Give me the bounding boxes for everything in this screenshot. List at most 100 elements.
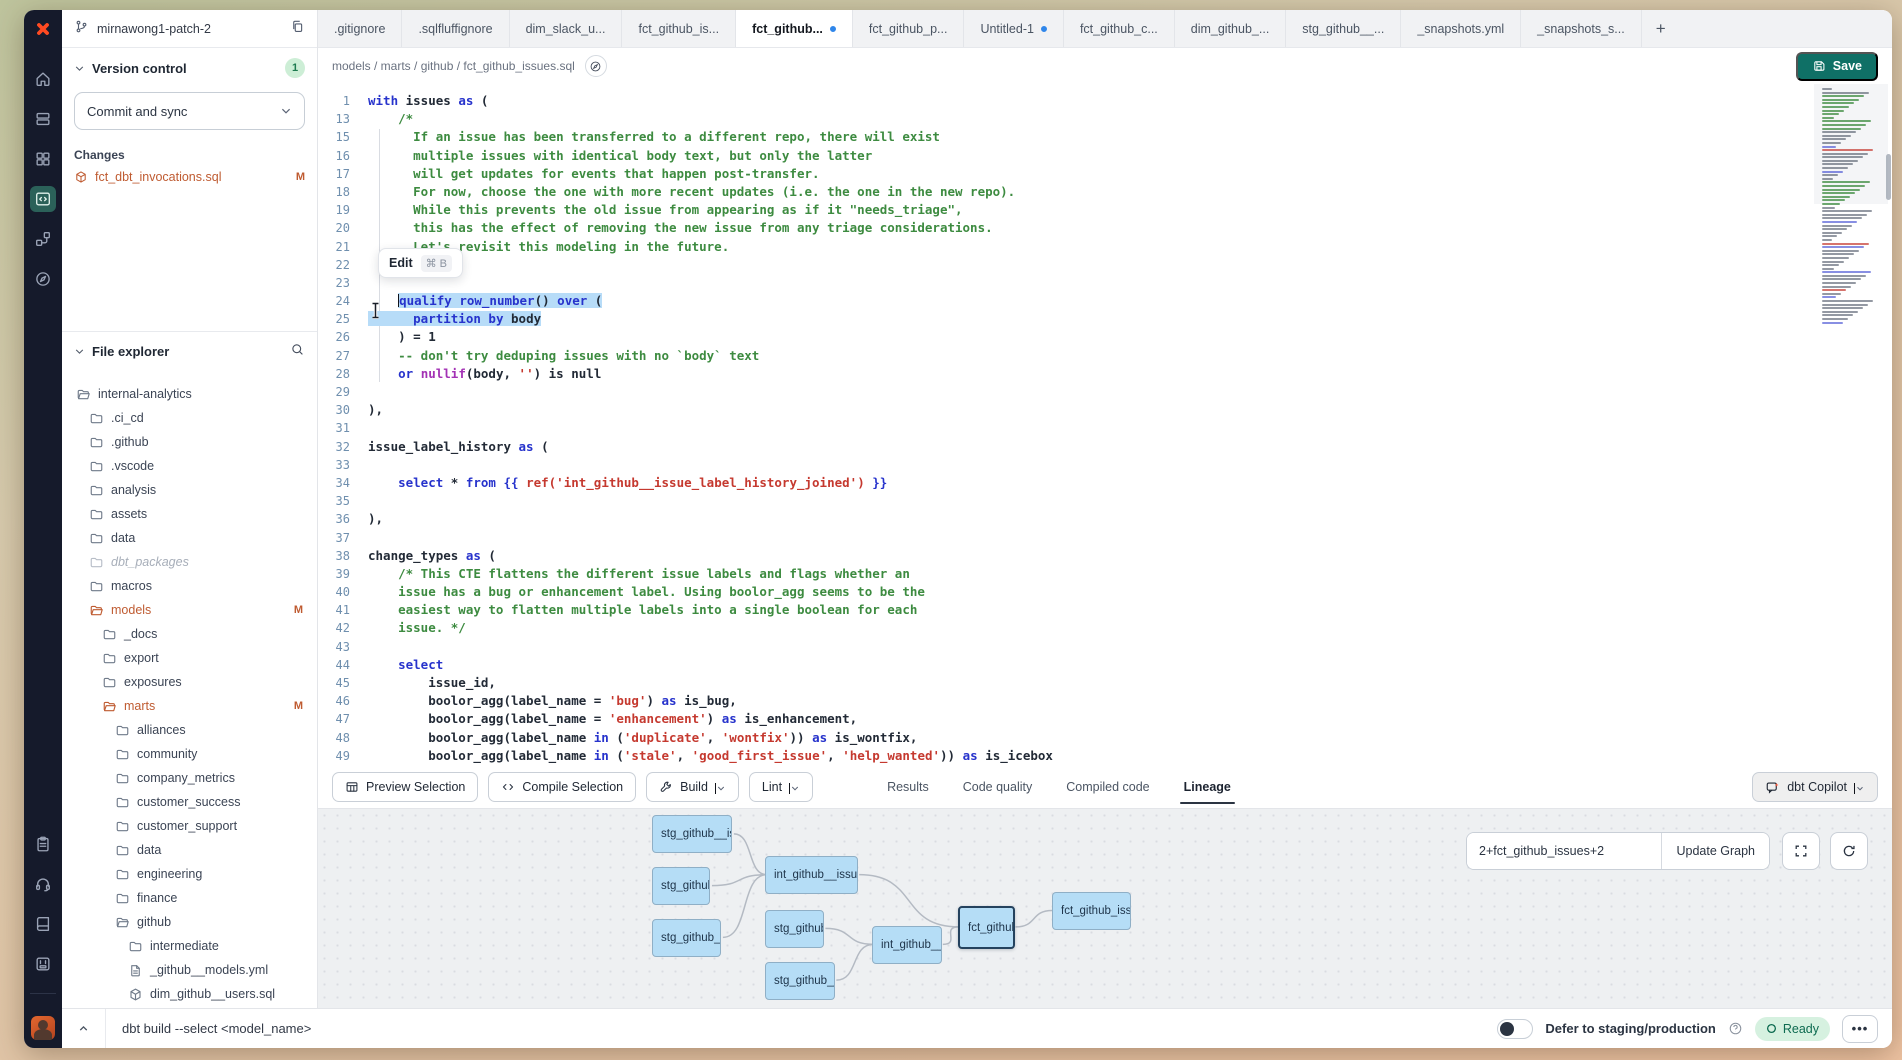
tree-item-internal-analytics[interactable]: internal-analytics [74,382,305,406]
commit-and-sync-dropdown[interactable]: Commit and sync [74,92,305,130]
tree-item-dbt_packages[interactable]: dbt_packages [74,550,305,574]
tree-item-models[interactable]: modelsM [74,598,305,622]
code-line-30[interactable]: 30), [318,401,1892,419]
code-line-29[interactable]: 29 [318,383,1892,401]
tree-item-data[interactable]: data [74,838,305,862]
lineage-node-stg_github_[interactable]: stg_github_... [652,867,710,905]
code-line-42[interactable]: 42 issue. */ [318,619,1892,637]
home-icon[interactable] [30,66,56,92]
tab-lineage[interactable]: Lineage [1184,766,1231,808]
dbt-command-input[interactable] [106,1021,1497,1036]
tree-item-customer_support[interactable]: customer_support [74,814,305,838]
lineage-node-stg_github__re[interactable]: stg_github__re... [765,962,835,1000]
editor-scrollbar-thumb[interactable] [1886,154,1891,200]
code-line-34[interactable]: 34 select * from {{ ref('int_github__iss… [318,474,1892,492]
lint-button[interactable]: Lint [749,772,813,802]
edit-tooltip[interactable]: Edit ⌘ B [378,248,463,278]
code-line-49[interactable]: 49 boolor_agg(label_name in ('stale', 'g… [318,747,1892,765]
tree-item-assets[interactable]: assets [74,502,305,526]
copy-icon[interactable] [290,19,305,39]
compass-icon[interactable] [30,266,56,292]
new-tab-button[interactable]: + [1642,10,1680,47]
tab-stg_github__...[interactable]: stg_github__... [1286,10,1401,47]
tab-_snapshots_s...[interactable]: _snapshots_s... [1521,10,1642,47]
tree-item-_github__models.yml[interactable]: _github__models.yml [74,958,305,982]
lineage-node-stg_github__iss[interactable]: stg_github__iss... [652,919,721,957]
code-line-32[interactable]: 32issue_label_history as ( [318,438,1892,456]
archive-icon[interactable] [30,106,56,132]
tab-dim_slack_u...[interactable]: dim_slack_u... [510,10,623,47]
code-line-37[interactable]: 37 [318,529,1892,547]
flow-icon[interactable] [30,226,56,252]
branch-row[interactable]: mirnawong1-patch-2 [62,10,317,48]
code-line-26[interactable]: 26 ) = 1 [318,328,1892,346]
code-editor[interactable]: 1with issues as (13 /*15 If an issue has… [318,84,1892,766]
tab-_snapshots.yml[interactable]: _snapshots.yml [1401,10,1521,47]
tree-item-finance[interactable]: finance [74,886,305,910]
code-line-20[interactable]: 20 this has the effect of removing the n… [318,219,1892,237]
compile-selection-button[interactable]: Compile Selection [488,772,636,802]
tree-item-dim_github__users.sql[interactable]: dim_github__users.sql [74,982,305,1006]
save-button[interactable]: Save [1796,52,1878,81]
tab-.sqlfluffignore[interactable]: .sqlfluffignore [402,10,509,47]
tree-item-alliances[interactable]: alliances [74,718,305,742]
tree-item-.github[interactable]: .github [74,430,305,454]
file-explorer-header[interactable]: File explorer [74,342,305,360]
tree-item-exposures[interactable]: exposures [74,670,305,694]
tree-item-company_metrics[interactable]: company_metrics [74,766,305,790]
code-line-48[interactable]: 48 boolor_agg(label_name in ('duplicate'… [318,729,1892,747]
tab-code-quality[interactable]: Code quality [963,766,1033,808]
code-line-21[interactable]: 21 Let's revisit this modeling in the fu… [318,238,1892,256]
help-icon[interactable] [1728,1021,1743,1036]
code-line-27[interactable]: 27 -- don't try deduping issues with no … [318,347,1892,365]
copilot-compass-button[interactable] [585,55,607,77]
lineage-node-stg_github__issue_[interactable]: stg_github__issue_... [652,815,732,853]
code-line-44[interactable]: 44 select [318,656,1892,674]
code-line-36[interactable]: 36), [318,510,1892,528]
build-button[interactable]: Build [646,772,739,802]
code-line-46[interactable]: 46 boolor_agg(label_name = 'bug') as is_… [318,692,1892,710]
user-avatar[interactable] [31,1016,55,1040]
version-control-header[interactable]: Version control 1 [74,58,305,78]
lineage-selector-input[interactable] [1467,833,1661,869]
dbt-copilot-button[interactable]: dbt Copilot [1752,772,1878,802]
tab-dim_github_...[interactable]: dim_github_... [1175,10,1287,47]
dbt-logo-icon[interactable] [30,16,56,42]
code-line-43[interactable]: 43 [318,638,1892,656]
code-line-35[interactable]: 35 [318,492,1892,510]
code-window-icon[interactable] [30,186,56,212]
tree-item-customer_success[interactable]: customer_success [74,790,305,814]
search-icon[interactable] [290,342,305,360]
clipboard-icon[interactable] [30,831,56,857]
overflow-menu-button[interactable]: ••• [1842,1015,1878,1043]
code-line-22[interactable]: 22 [318,256,1892,274]
lineage-node-stg_github_[interactable]: stg_github_... [765,910,824,948]
code-line-16[interactable]: 16 multiple issues with identical body t… [318,147,1892,165]
code-line-24[interactable]: 24 qualify row_number() over ( [318,292,1892,310]
headset-icon[interactable] [30,871,56,897]
panel-icon[interactable] [30,951,56,977]
code-line-31[interactable]: 31 [318,419,1892,437]
collapse-panel-button[interactable] [62,1009,106,1048]
tree-item-github[interactable]: github [74,910,305,934]
tree-item-export[interactable]: export [74,646,305,670]
code-line-1[interactable]: 1with issues as ( [318,92,1892,110]
tab-fct_github...[interactable]: fct_github... [736,10,853,48]
refresh-graph-button[interactable] [1830,832,1868,870]
code-line-38[interactable]: 38change_types as ( [318,547,1892,565]
defer-toggle[interactable] [1497,1019,1533,1039]
code-line-41[interactable]: 41 easiest way to flatten multiple label… [318,601,1892,619]
tab-compiled-code[interactable]: Compiled code [1066,766,1149,808]
preview-selection-button[interactable]: Preview Selection [332,772,478,802]
code-line-13[interactable]: 13 /* [318,110,1892,128]
code-line-33[interactable]: 33 [318,456,1892,474]
tab-results[interactable]: Results [887,766,929,808]
lineage-node-fct_github_[interactable]: fct_github_... [958,906,1015,949]
tree-item-macros[interactable]: macros [74,574,305,598]
code-line-39[interactable]: 39 /* This CTE flattens the different is… [318,565,1892,583]
book-icon[interactable] [30,911,56,937]
grid-icon[interactable] [30,146,56,172]
tree-item-data[interactable]: data [74,526,305,550]
fullscreen-button[interactable] [1782,832,1820,870]
tree-item-_docs[interactable]: _docs [74,622,305,646]
